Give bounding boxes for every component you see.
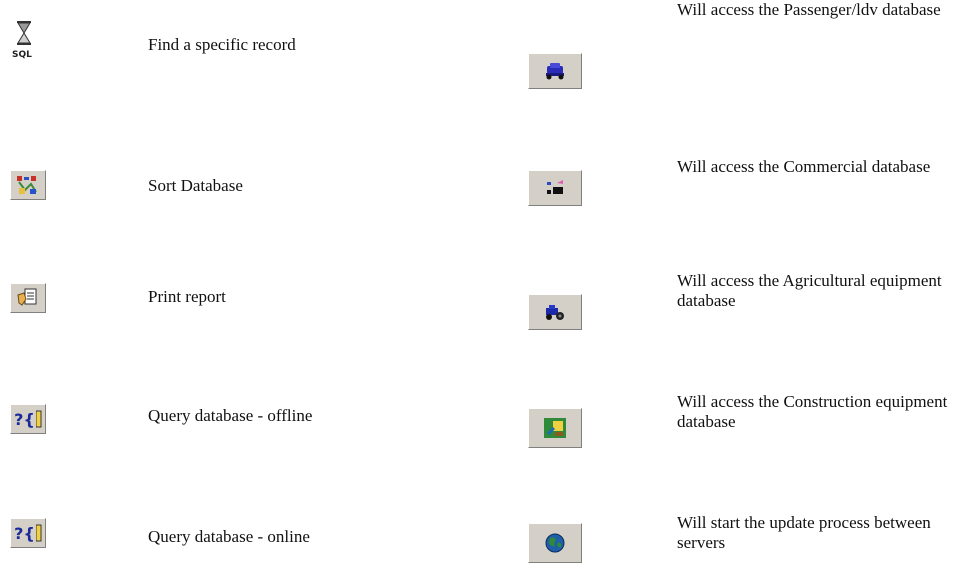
query-offline-label: Query database - offline [148,406,313,425]
find-record-label: Find a specific record [148,35,296,54]
query-online-label: Query database - online [148,527,310,546]
query-online-icon: ?{ [10,518,46,548]
commercial-truck-icon [528,170,582,206]
agricultural-label: Will access the Agricultural equipment d… [677,271,942,310]
print-report-label: Print report [148,287,226,306]
query-offline-icon: ?{ [10,404,46,434]
agricultural-tractor-icon [528,294,582,330]
sort-database-label: Sort Database [148,176,243,195]
passenger-car-icon [528,53,582,89]
query-offline-glyph: ?{ [14,409,35,429]
construction-equipment-icon [528,408,582,448]
globe-update-icon [528,523,582,563]
construction-label: Will access the Construction equipment d… [677,392,948,431]
commercial-label: Will access the Commercial database [677,157,931,176]
update-process-label: Will start the update process between se… [677,513,931,552]
passenger-label: Will access the Passenger/ldv database [677,0,941,19]
sort-database-icon [10,170,46,200]
query-online-glyph: ?{ [14,523,35,543]
sql-label: SQL [12,50,32,60]
sql-hourglass-icon: SQL [11,20,41,60]
print-report-icon [10,283,46,313]
